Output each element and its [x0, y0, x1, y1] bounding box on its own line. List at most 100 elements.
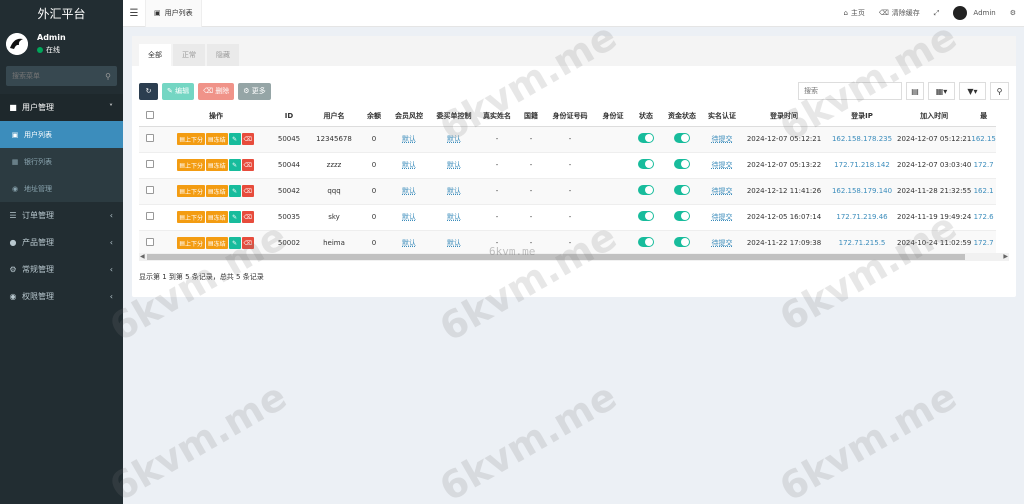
freeze-button[interactable]: ▤ 冻结 — [206, 159, 228, 171]
more-button[interactable]: ⚙ 更多 — [238, 82, 271, 100]
col-header[interactable]: 身份证 — [595, 106, 631, 127]
delete-row-button[interactable]: ⌫ — [241, 185, 254, 197]
fund-status-toggle[interactable] — [674, 237, 690, 247]
order-ctrl-link[interactable]: 默认 — [447, 239, 461, 247]
updown-button[interactable]: ▤ 上下分 — [177, 133, 205, 145]
sidebar-item-address-mgmt[interactable]: ◉ 地址管理 — [0, 175, 123, 202]
col-header[interactable]: 委买单控制 — [431, 106, 477, 127]
export-button[interactable]: ▼▾ — [959, 82, 986, 100]
col-header[interactable]: 身份证号码 — [545, 106, 595, 127]
col-header[interactable]: 操作 — [161, 106, 271, 127]
last-ip-link[interactable]: 162.15 — [971, 135, 996, 143]
order-ctrl-link[interactable]: 默认 — [447, 187, 461, 195]
cell-risk[interactable]: 默认 — [387, 178, 431, 205]
status-toggle[interactable] — [638, 133, 654, 143]
horizontal-scrollbar[interactable]: ◀ ▶ — [139, 253, 1009, 261]
cell-status[interactable] — [631, 178, 661, 205]
cell-auth[interactable]: 待提交 — [703, 204, 741, 231]
login-ip-link[interactable]: 172.71.218.142 — [834, 161, 890, 169]
delete-row-button[interactable]: ⌫ — [241, 237, 254, 249]
cell-login-ip[interactable]: 172.71.219.46 — [827, 204, 897, 231]
col-header[interactable]: 最 — [971, 106, 996, 127]
risk-link[interactable]: 默认 — [402, 161, 416, 169]
row-select-cell[interactable] — [139, 152, 161, 179]
edit-row-button[interactable]: ✎ — [228, 185, 241, 197]
login-ip-link[interactable]: 172.71.219.46 — [836, 213, 887, 221]
updown-button[interactable]: ▤ 上下分 — [177, 159, 205, 171]
auth-link[interactable]: 待提交 — [712, 239, 733, 247]
delete-row-button[interactable]: ⌫ — [241, 159, 254, 171]
search-icon[interactable]: ⚲ — [105, 72, 111, 81]
auth-link[interactable]: 待提交 — [712, 161, 733, 169]
edit-row-button[interactable]: ✎ — [228, 159, 241, 171]
edit-button[interactable]: ✎ 编辑 — [162, 82, 195, 100]
sidebar-item-general-mgmt[interactable]: ⚙ 常规管理 ‹ — [0, 256, 123, 283]
risk-link[interactable]: 默认 — [402, 239, 416, 247]
tab-all[interactable]: 全部 — [139, 44, 171, 66]
status-toggle[interactable] — [638, 211, 654, 221]
fund-status-toggle[interactable] — [674, 211, 690, 221]
risk-link[interactable]: 默认 — [402, 135, 416, 143]
sidebar-item-bank-list[interactable]: ▦ 银行列表 — [0, 148, 123, 175]
login-ip-link[interactable]: 162.158.179.140 — [832, 187, 892, 195]
cell-auth[interactable]: 待提交 — [703, 152, 741, 179]
col-header[interactable]: 真实姓名 — [477, 106, 517, 127]
cell-status[interactable] — [631, 126, 661, 153]
risk-link[interactable]: 默认 — [402, 187, 416, 195]
delete-row-button[interactable]: ⌫ — [241, 133, 254, 145]
fund-status-toggle[interactable] — [674, 159, 690, 169]
settings-button[interactable]: ⚙ — [1010, 9, 1016, 17]
sidebar-item-perm-mgmt[interactable]: ◉ 权限管理 ‹ — [0, 283, 123, 310]
order-ctrl-link[interactable]: 默认 — [447, 135, 461, 143]
col-header[interactable]: ID — [271, 106, 307, 127]
row-checkbox[interactable] — [146, 238, 154, 246]
cell-order-ctrl[interactable]: 默认 — [431, 178, 477, 205]
brand-title[interactable]: 外汇平台 — [0, 0, 123, 27]
cell-status[interactable] — [631, 204, 661, 231]
col-header[interactable]: 登录时间 — [741, 106, 827, 127]
delete-row-button[interactable]: ⌫ — [241, 211, 254, 223]
status-toggle[interactable] — [638, 237, 654, 247]
cell-fund-status[interactable] — [661, 152, 703, 179]
cell-order-ctrl[interactable]: 默认 — [431, 204, 477, 231]
cell-order-ctrl[interactable]: 默认 — [431, 152, 477, 179]
cell-last[interactable]: 162.1 — [971, 178, 996, 205]
col-header[interactable]: 实名认证 — [703, 106, 741, 127]
last-ip-link[interactable]: 162.1 — [974, 187, 994, 195]
select-all-checkbox[interactable] — [146, 110, 154, 119]
row-checkbox[interactable] — [146, 134, 154, 142]
home-link[interactable]: ⌂ 主页 — [843, 8, 864, 18]
risk-link[interactable]: 默认 — [402, 213, 416, 221]
row-select-cell[interactable] — [139, 126, 161, 153]
auth-link[interactable]: 待提交 — [712, 135, 733, 143]
table-row[interactable]: ▤ 上下分 ▤ 冻结 ✎ ⌫ 50044 zzzz 0 默认 默认 - - - 待提交 2… — [139, 152, 996, 179]
table-row[interactable]: ▤ 上下分 ▤ 冻结 ✎ ⌫ 50035 sky 0 默认 默认 - - - 待提交 20… — [139, 204, 996, 231]
scroll-left-icon[interactable]: ◀ — [140, 253, 145, 260]
freeze-button[interactable]: ▤ 冻结 — [206, 211, 228, 223]
cell-login-ip[interactable]: 162.158.178.235 — [827, 126, 897, 153]
auth-link[interactable]: 待提交 — [712, 187, 733, 195]
columns-button[interactable]: ▦▾ — [928, 82, 955, 100]
sidebar-item-user-list[interactable]: ▣ 用户列表 — [0, 121, 123, 148]
cell-last[interactable]: 162.15 — [971, 126, 996, 153]
status-toggle[interactable] — [638, 159, 654, 169]
edit-row-button[interactable]: ✎ — [228, 211, 241, 223]
cell-risk[interactable]: 默认 — [387, 204, 431, 231]
cell-status[interactable] — [631, 152, 661, 179]
updown-button[interactable]: ▤ 上下分 — [177, 185, 205, 197]
order-ctrl-link[interactable]: 默认 — [447, 161, 461, 169]
updown-button[interactable]: ▤ 上下分 — [177, 211, 205, 223]
col-header[interactable]: 资金状态 — [661, 106, 703, 127]
row-checkbox[interactable] — [146, 212, 154, 220]
cell-fund-status[interactable] — [661, 178, 703, 205]
col-header[interactable]: 登录IP — [827, 106, 897, 127]
table-row[interactable]: ▤ 上下分 ▤ 冻结 ✎ ⌫ 50042 qqq 0 默认 默认 - - - 待提交 20… — [139, 178, 996, 205]
sidebar-search-input[interactable] — [12, 72, 102, 80]
tab-hidden[interactable]: 隐藏 — [207, 44, 239, 66]
row-select-cell[interactable] — [139, 178, 161, 205]
row-select-cell[interactable] — [139, 204, 161, 231]
col-header[interactable]: 会员风控 — [387, 106, 431, 127]
cell-risk[interactable]: 默认 — [387, 126, 431, 153]
cell-auth[interactable]: 待提交 — [703, 178, 741, 205]
fund-status-toggle[interactable] — [674, 185, 690, 195]
